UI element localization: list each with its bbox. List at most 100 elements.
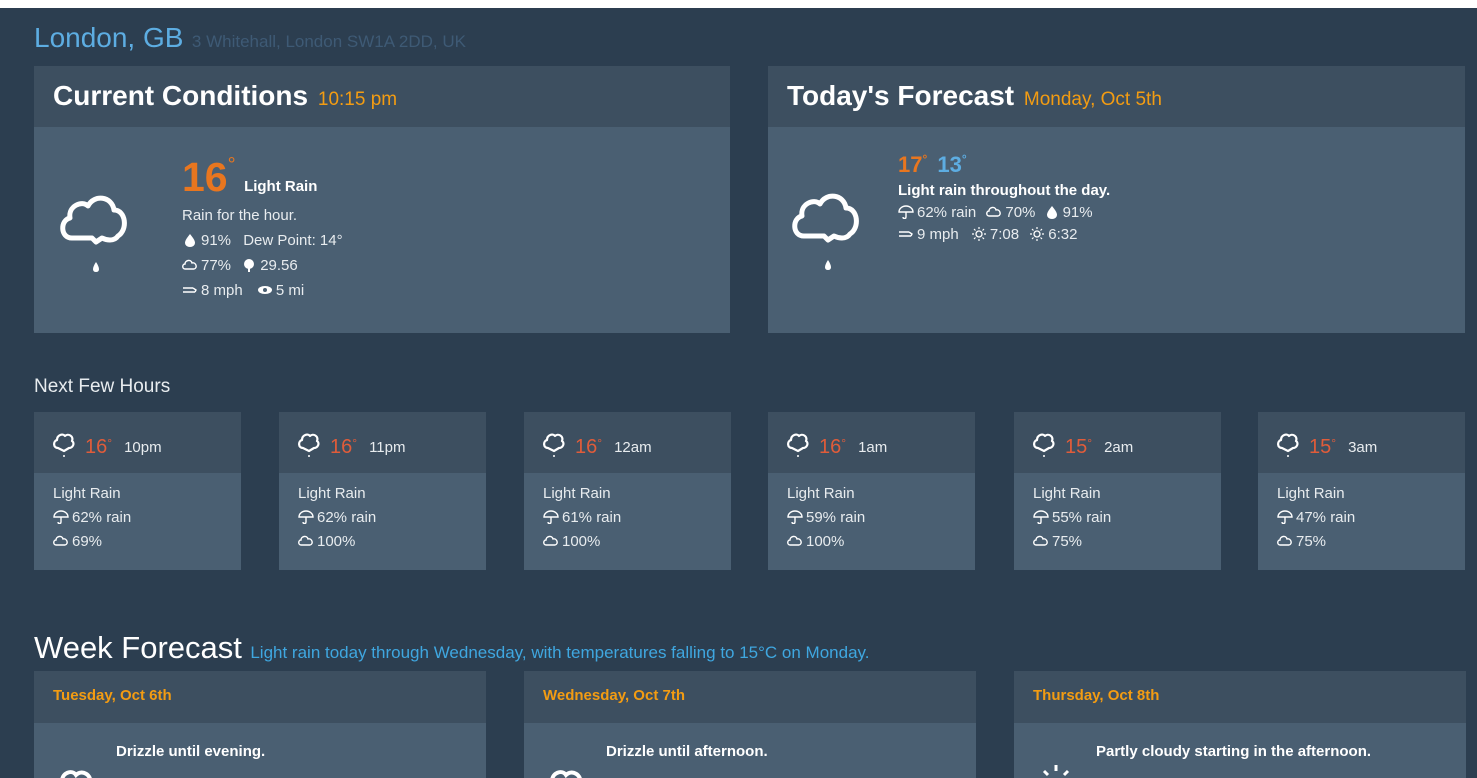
hour-time: 11pm [369, 439, 406, 456]
hour-card: 15° 3am Light Rain 47% rain 75% [1258, 412, 1465, 570]
hour-card-header: 16° 12am [524, 412, 731, 473]
hour-card: 16° 1am Light Rain 59% rain 100% [768, 412, 975, 570]
current-wind: 8 mph [201, 282, 243, 299]
hour-card-header: 16° 10pm [34, 412, 241, 473]
day-card-header: Wednesday, Oct 7th [524, 671, 976, 723]
rain-cloud-icon [1033, 432, 1055, 463]
todays-forecast-date: Monday, Oct 5th [1023, 89, 1162, 110]
hour-card-header: 16° 11pm [279, 412, 486, 473]
hour-temp: 16 [575, 436, 598, 458]
day-summary: Partly cloudy starting in the afternoon. [1096, 743, 1372, 760]
hour-temp: 15 [1065, 436, 1088, 458]
today-humidity: 91% [1062, 204, 1093, 221]
hour-rain-chance: 55% rain [1052, 509, 1112, 526]
current-humidity: 91% [201, 232, 232, 249]
sun-icon [1036, 763, 1076, 778]
today-cloud-cover: 70% [1005, 204, 1036, 221]
week-forecast-title: Week Forecast [34, 630, 242, 665]
day-summary: Drizzle until afternoon. [606, 743, 768, 760]
hour-card: 16° 10pm Light Rain 62% rain 69% [34, 412, 241, 570]
pressure-icon [241, 258, 257, 272]
hour-cloud-cover: 100% [562, 533, 601, 550]
hour-rain-chance: 59% rain [806, 509, 866, 526]
rain-cloud-icon [53, 432, 75, 463]
current-temp: 16 [182, 154, 228, 200]
day-date: Wednesday, Oct 7th [543, 687, 685, 704]
rain-cloud-icon [788, 180, 868, 280]
rain-cloud-icon [543, 432, 565, 463]
day-date: Thursday, Oct 8th [1033, 687, 1160, 704]
hour-temp: 15 [1309, 436, 1332, 458]
umbrella-icon [543, 510, 559, 524]
day-card-header: Thursday, Oct 8th [1014, 671, 1466, 723]
current-conditions-title: Current Conditions [53, 80, 309, 111]
hour-rain-chance: 62% rain [72, 509, 132, 526]
cloud-cover-icon [543, 534, 559, 548]
hour-card-header: 16° 1am [768, 412, 975, 473]
cloud-cover-icon [182, 258, 198, 272]
hour-cloud-cover: 100% [806, 533, 845, 550]
current-conditions-header: Current Conditions 10:15 pm [34, 66, 730, 127]
current-conditions-card: Current Conditions 10:15 pm 16° Light Ra… [34, 66, 730, 333]
rain-cloud-icon [298, 432, 320, 463]
day-card: Tuesday, Oct 6th Drizzle until evening. [34, 671, 486, 778]
day-card-header: Tuesday, Oct 6th [34, 671, 486, 723]
hour-temp: 16 [85, 436, 108, 458]
umbrella-icon [1277, 510, 1293, 524]
visibility-icon [257, 283, 273, 297]
todays-forecast-card: Today's Forecast Monday, Oct 5th 17° 13°… [768, 66, 1465, 333]
umbrella-icon [298, 510, 314, 524]
umbrella-icon [1033, 510, 1049, 524]
day-card: Wednesday, Oct 7th Drizzle until afternoo… [524, 671, 976, 778]
current-cloud-cover: 77% [201, 257, 232, 274]
cloud-cover-icon [787, 534, 803, 548]
location-header: London, GB 3 Whitehall, London SW1A 2DD,… [34, 22, 466, 54]
location-city[interactable]: London, GB [34, 22, 183, 53]
wind-icon [898, 227, 914, 241]
day-card: Thursday, Oct 8th Partly cloudy starting … [1014, 671, 1466, 778]
week-forecast-heading: Week Forecast Light rain today through W… [34, 630, 870, 666]
today-low: 13 [937, 152, 962, 177]
cloud-cover-icon [1277, 534, 1293, 548]
hour-cloud-cover: 75% [1296, 533, 1327, 550]
umbrella-icon [53, 510, 69, 524]
hour-temp: 16 [330, 436, 353, 458]
current-condition: Light Rain [244, 178, 318, 195]
hour-rain-chance: 47% rain [1296, 509, 1356, 526]
humidity-icon [182, 233, 198, 247]
hour-cloud-cover: 75% [1052, 533, 1083, 550]
wind-icon [182, 283, 198, 297]
current-visibility: 5 mi [275, 282, 305, 299]
cloud-cover-icon [1033, 534, 1049, 548]
cloud-cover-icon [53, 534, 69, 548]
rain-cloud-icon [546, 763, 586, 778]
hour-condition: Light Rain [53, 485, 121, 502]
current-pressure: 29.56 [260, 257, 298, 274]
umbrella-icon [898, 205, 914, 219]
day-date: Tuesday, Oct 6th [53, 687, 172, 704]
todays-forecast-title: Today's Forecast [787, 80, 1015, 111]
sunset-icon [1029, 227, 1045, 241]
hour-condition: Light Rain [787, 485, 855, 502]
humidity-icon [1044, 205, 1060, 219]
hour-rain-chance: 61% rain [562, 509, 622, 526]
rain-cloud-icon [1277, 432, 1299, 463]
hour-time: 12am [614, 439, 652, 456]
current-time: 10:15 pm [317, 89, 398, 110]
sunrise-icon [971, 227, 987, 241]
hour-time: 10pm [124, 439, 162, 456]
hour-cloud-cover: 100% [317, 533, 356, 550]
next-few-hours-label: Next Few Hours [34, 376, 171, 397]
hour-rain-chance: 62% rain [317, 509, 377, 526]
hour-temp: 16 [819, 436, 842, 458]
hour-condition: Light Rain [1277, 485, 1345, 502]
hour-time: 3am [1348, 439, 1378, 456]
rain-cloud-icon [787, 432, 809, 463]
week-forecast-summary: Light rain today through Wednesday, with… [250, 643, 870, 662]
current-summary: Rain for the hour. [182, 207, 298, 224]
hour-time: 1am [858, 439, 888, 456]
rain-cloud-icon [56, 182, 136, 282]
hour-card: 16° 11pm Light Rain 62% rain 100% [279, 412, 486, 570]
hour-card-header: 15° 3am [1258, 412, 1465, 473]
current-dew-point: Dew Point: 14° [243, 232, 343, 249]
